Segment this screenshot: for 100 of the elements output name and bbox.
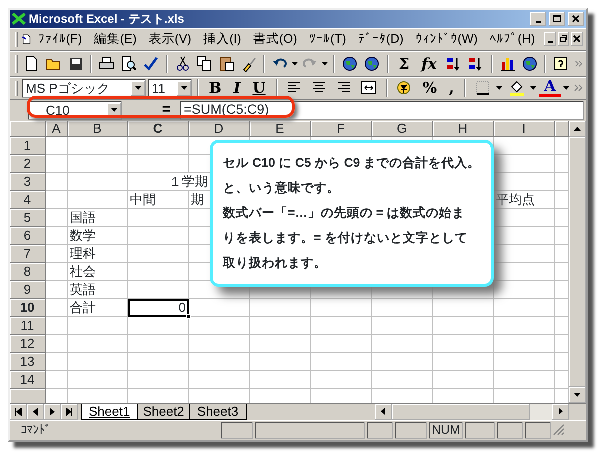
row-header[interactable]: 5 <box>10 208 46 227</box>
grid-cell[interactable] <box>128 244 189 263</box>
grid-cell[interactable] <box>128 154 189 173</box>
grid-cell[interactable] <box>372 352 433 371</box>
grid-cell[interactable] <box>250 370 311 389</box>
table-cell[interactable]: 中間 <box>128 190 189 209</box>
last-sheet-button[interactable] <box>61 404 78 420</box>
menu-item[interactable]: 書式(O) <box>248 29 302 50</box>
grid-cell[interactable] <box>46 316 68 335</box>
previous-sheet-button[interactable] <box>27 404 44 420</box>
column-header[interactable] <box>555 120 569 137</box>
row-header[interactable]: 9 <box>10 280 46 299</box>
grid-cell[interactable] <box>494 334 555 353</box>
table-cell[interactable]: 数学 <box>68 226 128 245</box>
row-header[interactable]: 4 <box>10 190 46 209</box>
grid-cell[interactable] <box>311 316 372 335</box>
table-cell[interactable]: 社会 <box>68 262 128 281</box>
grid-cell[interactable] <box>189 352 250 371</box>
grid-cell[interactable] <box>494 280 555 299</box>
grid-cell[interactable] <box>46 298 68 317</box>
formula-field[interactable]: =SUM(C5:C9) <box>180 100 584 120</box>
comma-button[interactable]: , <box>444 77 460 100</box>
function-button[interactable]: fx <box>416 52 442 76</box>
grid-cell[interactable] <box>250 334 311 353</box>
scroll-down-button[interactable] <box>569 386 586 403</box>
grid-cell[interactable] <box>494 136 555 155</box>
dropdown-arrow-icon[interactable] <box>110 108 118 112</box>
table-cell[interactable]: 理科 <box>68 244 128 263</box>
font-size-field[interactable]: 11 <box>148 78 192 98</box>
menu-item[interactable]: 挿入(I) <box>198 29 246 50</box>
grid-cell[interactable] <box>128 370 189 389</box>
row-header[interactable]: 6 <box>10 226 46 245</box>
menu-item[interactable]: ﾍﾙﾌﾟ(H) <box>484 29 540 50</box>
grid-cell[interactable] <box>372 298 433 317</box>
dropdown-arrow-icon[interactable] <box>134 86 142 90</box>
grid-cell[interactable] <box>128 136 189 155</box>
grid-cell[interactable] <box>128 280 189 299</box>
grid-cell[interactable] <box>128 352 189 371</box>
grid-cell[interactable] <box>250 298 311 317</box>
close-button[interactable] <box>568 12 584 26</box>
column-header[interactable]: I <box>494 120 555 137</box>
chevron-icon[interactable] <box>574 84 583 92</box>
grid-cell[interactable] <box>189 370 250 389</box>
font-name-field[interactable]: MS Pゴシック <box>22 78 146 98</box>
font-color-button[interactable]: A <box>539 79 561 98</box>
grid-cell[interactable] <box>46 280 68 299</box>
grid-cell[interactable] <box>46 334 68 353</box>
grid-cell[interactable] <box>68 172 128 191</box>
grid-cell[interactable] <box>46 370 68 389</box>
sheet-tab[interactable]: Sheet3 <box>189 404 247 420</box>
row-header[interactable]: 3 <box>10 172 46 191</box>
scroll-left-button[interactable] <box>374 404 392 420</box>
grid-cell[interactable] <box>68 316 128 335</box>
menu-item[interactable]: ﾂｰﾙ(T) <box>304 29 352 50</box>
grid-cell[interactable] <box>46 226 68 245</box>
dropdown-arrow-icon[interactable] <box>180 86 188 90</box>
menu-item[interactable]: 表示(V) <box>144 29 197 50</box>
scroll-right-button[interactable] <box>552 404 569 420</box>
grid-cell[interactable] <box>372 370 433 389</box>
dropdown-arrow-icon[interactable] <box>496 86 504 90</box>
grid-cell[interactable] <box>494 352 555 371</box>
document-icon[interactable] <box>22 32 32 47</box>
table-cell[interactable]: 国語 <box>68 208 128 227</box>
row-header[interactable] <box>10 388 46 403</box>
maximize-button[interactable] <box>549 12 565 26</box>
table-cell[interactable]: 合計 <box>68 298 128 317</box>
row-header[interactable]: 7 <box>10 244 46 263</box>
grid-cell[interactable] <box>189 298 250 317</box>
row-header[interactable]: 11 <box>10 316 46 335</box>
column-header[interactable]: E <box>250 120 311 137</box>
chevron-icon[interactable] <box>575 60 584 68</box>
grid-cell[interactable] <box>128 316 189 335</box>
table-cell[interactable]: 英語 <box>68 280 128 299</box>
dropdown-arrow-icon[interactable] <box>322 62 328 66</box>
menu-item[interactable]: ﾌｧｲﾙ(F) <box>33 29 88 50</box>
underline-button[interactable]: U <box>248 77 271 100</box>
grid-cell[interactable] <box>46 262 68 281</box>
grid-cell[interactable] <box>46 172 68 191</box>
column-header[interactable]: C <box>128 120 189 137</box>
minimize-button[interactable] <box>544 32 556 46</box>
grid-cell[interactable] <box>46 136 68 155</box>
equals-button[interactable]: = <box>159 103 174 118</box>
grid-cell[interactable] <box>494 316 555 335</box>
grid-cell[interactable] <box>311 370 372 389</box>
grid-cell[interactable] <box>128 226 189 245</box>
grid-cell[interactable] <box>46 190 68 209</box>
grid-cell[interactable] <box>433 334 494 353</box>
column-header[interactable]: H <box>433 120 494 137</box>
grid-cell[interactable] <box>128 208 189 227</box>
grid-cell[interactable] <box>189 334 250 353</box>
grid-cell[interactable] <box>46 244 68 263</box>
scroll-up-button[interactable] <box>569 120 586 137</box>
resize-grip-icon[interactable] <box>553 424 566 436</box>
column-header[interactable]: A <box>46 120 68 137</box>
grid-cell[interactable] <box>311 298 372 317</box>
grid-cell[interactable] <box>433 370 494 389</box>
grid-cell[interactable] <box>433 316 494 335</box>
grid-cell[interactable] <box>46 208 68 227</box>
dropdown-arrow-icon[interactable] <box>292 62 298 66</box>
column-header[interactable]: G <box>372 120 433 137</box>
